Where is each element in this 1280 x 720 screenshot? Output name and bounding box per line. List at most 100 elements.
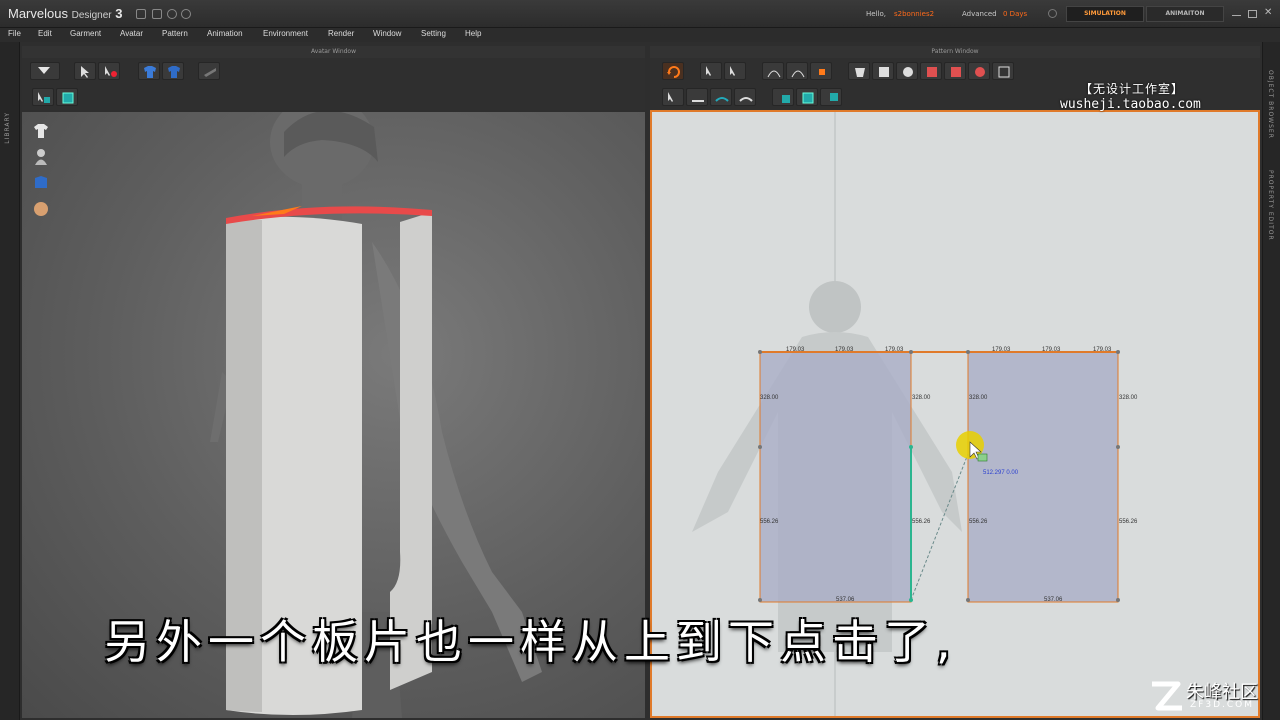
pattern-point[interactable] [1116,598,1120,602]
dim-top-1: 179.03 [786,347,805,353]
add-point-tool[interactable] [810,62,832,80]
multi-sewing-tool[interactable] [710,88,732,106]
close-icon[interactable]: ✕ [1264,7,1272,18]
fit-tool[interactable] [820,88,842,106]
avatar-window-header: Avatar Window [22,46,645,58]
logo-main: Marvelous [8,6,68,21]
open-icon[interactable] [152,9,162,19]
transform-pattern-tool[interactable] [700,62,722,80]
segment-sewing-tool[interactable] [662,88,684,106]
shirt-blue-icon-2 [168,66,180,78]
pattern-piece-right[interactable] [967,351,1119,603]
dim-top-2: 179.03 [835,347,854,353]
dart-tool[interactable] [992,62,1014,80]
pattern-window-header: Pattern Window [650,46,1260,58]
app-logo: Marvelous Designer 3 [8,6,122,21]
app-window: Marvelous Designer 3 Hello, s2bonnies2 A… [0,0,1280,720]
dim-right-lower-left: 556.26 [969,519,988,525]
fold-tool[interactable] [198,62,220,80]
dim-left-upper: 328.00 [760,395,779,401]
garment-tool-1[interactable] [138,62,160,80]
pin-tool[interactable] [98,62,120,80]
menu-render[interactable]: Render [328,29,354,38]
edit-sewing-tool[interactable] [734,88,756,106]
logo-version: 3 [115,6,123,21]
simulation-mode-button[interactable]: SIMULATION [1066,6,1144,22]
avatar-toolbar [22,58,645,110]
pattern-point[interactable] [966,350,970,354]
pattern-point[interactable] [758,350,762,354]
refresh-button[interactable] [662,62,684,80]
avatar-select-tool[interactable] [32,88,54,106]
free-sewing-tool[interactable] [686,88,708,106]
avatar-neck [302,182,342,222]
grid-tool[interactable] [796,88,818,106]
sewing-edit-icon [739,97,753,102]
dim-left-lower-right: 556.26 [912,519,931,525]
pattern-point[interactable] [909,445,913,449]
pattern-point[interactable] [758,445,762,449]
internal-rect-icon [927,67,937,77]
square-tool[interactable] [872,62,894,80]
edit-pattern-tool[interactable] [724,62,746,80]
dim-bottom-right: 537.06 [1044,597,1063,603]
avatar-icon[interactable] [32,148,50,166]
menu-edit[interactable]: Edit [38,29,52,38]
pattern-point[interactable] [909,598,913,602]
menu-animation[interactable]: Animation [207,29,243,38]
minimize-icon[interactable] [1232,15,1241,17]
internal-rect-tool[interactable] [920,62,942,80]
menu-file[interactable]: File [8,29,21,38]
dim-top-3: 179.03 [885,347,904,353]
avatar-menu-button[interactable] [30,62,60,80]
animation-mode-button[interactable]: ANIMAITON [1146,6,1224,22]
select-move-tool[interactable] [74,62,96,80]
pattern-point[interactable] [1116,445,1120,449]
pattern-piece-left[interactable] [759,351,912,603]
redo-icon[interactable] [181,9,191,19]
avatar-arrange-tool[interactable] [56,88,78,106]
garment-tool-2[interactable] [162,62,184,80]
pattern-point[interactable] [966,598,970,602]
library-panel[interactable]: LIBRARY [0,42,20,720]
cursor-avatar-icon [38,92,50,103]
username-link[interactable]: s2bonnies2 [894,10,934,18]
menu-pattern[interactable]: Pattern [162,29,188,38]
settings-icon[interactable] [1048,9,1057,18]
library-label[interactable]: LIBRARY [4,112,11,144]
refresh-icon [667,66,680,78]
arrange-icon [782,95,790,103]
save-icon[interactable] [136,9,146,19]
menu-setting[interactable]: Setting [421,29,446,38]
menu-avatar[interactable]: Avatar [120,29,143,38]
menu-help[interactable]: Help [465,29,481,38]
curve-tool[interactable] [762,62,784,80]
shirt-blue-icon [144,66,156,78]
menu-window[interactable]: Window [373,29,401,38]
menu-environment[interactable]: Environment [263,29,308,38]
menu-garment[interactable]: Garment [70,29,101,38]
head-icon[interactable] [32,200,50,218]
internal-grid-tool[interactable] [944,62,966,80]
circle-tool[interactable] [896,62,918,80]
curve-point-tool[interactable] [786,62,808,80]
arrange-tool[interactable] [772,88,794,106]
corner-brand-site: ZF3D.COM [1190,700,1254,710]
arrow-down-icon [38,67,50,74]
shirt-icon[interactable] [32,122,50,140]
dim-right-upper-left: 328.00 [969,395,988,401]
pattern-3d-icon[interactable] [32,174,50,192]
undo-icon[interactable] [167,9,177,19]
pattern-point[interactable] [758,598,762,602]
right-panel-strip: OBJECT BROWSER PROPERTY EDITOR [1262,42,1280,720]
pattern-point[interactable] [909,350,913,354]
pattern-point[interactable] [1116,350,1120,354]
maximize-icon[interactable] [1248,10,1257,18]
license-label: Advanced [962,10,997,18]
rectangle-tool[interactable] [848,62,870,80]
object-browser-tab[interactable]: OBJECT BROWSER [1267,70,1274,139]
internal-circle-tool[interactable] [968,62,990,80]
property-editor-tab[interactable]: PROPERTY EDITOR [1267,170,1274,241]
title-bar: Marvelous Designer 3 Hello, s2bonnies2 A… [0,0,1280,28]
grid-icon [802,92,814,104]
